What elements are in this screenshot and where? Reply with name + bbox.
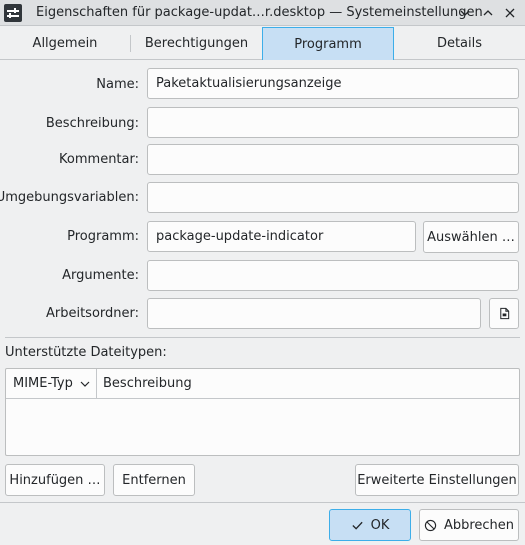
add-filetype-button[interactable]: Hinzufügen … <box>5 464 105 496</box>
program-field[interactable]: package-update-indicator <box>147 221 416 252</box>
comment-field[interactable] <box>147 144 519 175</box>
column-header-mime[interactable]: MIME-Typ <box>13 376 73 391</box>
window-title: Eigenschaften für package-updat…r.deskto… <box>36 5 483 20</box>
cancel-icon <box>424 519 437 532</box>
advanced-settings-button[interactable]: Erweiterte Einstellungen <box>355 464 519 496</box>
cancel-button[interactable]: Abbrechen <box>419 509 519 541</box>
section-divider <box>5 337 520 338</box>
env-field[interactable] <box>147 182 519 213</box>
tab-berechtigungen[interactable]: Berechtigungen <box>131 27 262 60</box>
maximize-button[interactable] <box>479 4 497 22</box>
remove-filetype-button[interactable]: Entfernen <box>113 464 195 496</box>
footer-divider <box>0 502 525 503</box>
description-field[interactable] <box>147 107 519 138</box>
document-open-icon <box>499 307 509 320</box>
description-label: Beschreibung: <box>45 116 139 131</box>
column-divider <box>96 369 97 399</box>
choose-program-button[interactable]: Auswählen … <box>423 221 519 253</box>
arguments-field[interactable] <box>147 260 519 291</box>
column-header-description[interactable]: Beschreibung <box>103 376 192 391</box>
tab-allgemein[interactable]: Allgemein <box>0 27 130 60</box>
tab-bar: Allgemein Berechtigungen Programm Detail… <box>0 27 525 60</box>
settings-sliders-icon[interactable] <box>4 4 22 22</box>
ok-label: OK <box>370 517 390 533</box>
chevron-down-icon <box>460 10 470 16</box>
tab-details[interactable]: Details <box>394 27 525 60</box>
close-icon <box>505 8 515 18</box>
workdir-browse-button[interactable] <box>489 298 519 329</box>
collapse-button[interactable] <box>456 4 474 22</box>
workdir-label: Arbeitsordner: <box>45 306 139 321</box>
table-header: MIME-Typ Beschreibung <box>6 369 519 399</box>
name-field[interactable]: Paketaktualisierungsanzeige <box>147 68 519 99</box>
workdir-field[interactable] <box>147 298 481 329</box>
comment-label: Kommentar: <box>59 152 139 167</box>
filetypes-label: Unterstützte Dateitypen: <box>5 345 167 360</box>
checkmark-icon <box>351 519 364 532</box>
name-label: Name: <box>96 77 139 92</box>
tab-programm[interactable]: Programm <box>262 27 394 60</box>
chevron-up-icon <box>483 10 493 16</box>
env-label: Umgebungsvariablen: <box>0 190 139 205</box>
close-button[interactable] <box>501 4 519 22</box>
ok-button[interactable]: OK <box>329 509 411 541</box>
arguments-label: Argumente: <box>62 268 139 283</box>
program-label: Programm: <box>67 229 139 244</box>
title-bar: Eigenschaften für package-updat…r.deskto… <box>0 0 525 26</box>
chevron-down-icon <box>80 381 90 387</box>
mime-type-table[interactable]: MIME-Typ Beschreibung <box>5 368 520 456</box>
cancel-label: Abbrechen <box>443 517 515 533</box>
